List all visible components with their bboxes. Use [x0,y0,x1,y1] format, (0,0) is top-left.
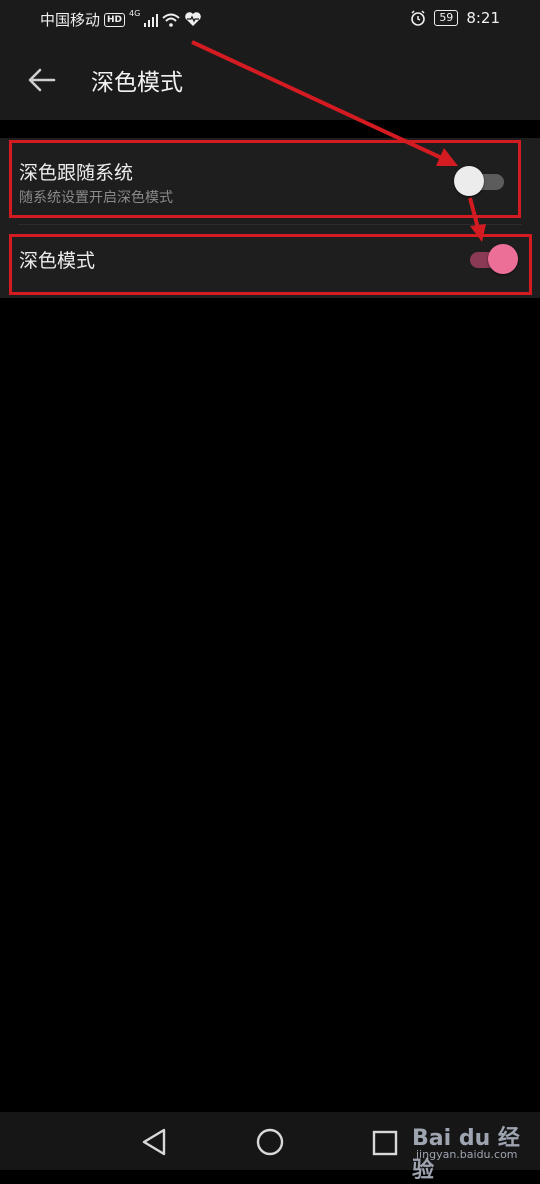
setting-row-dark-mode[interactable]: 深色模式 [0,226,540,296]
home-circle-icon [256,1128,284,1156]
setting-subtitle: 随系统设置开启深色模式 [19,190,173,206]
app-header: 深色模式 [0,40,540,120]
network-type: 4G [129,9,141,18]
hd-badge: HD [104,12,126,27]
health-heart-icon [185,12,202,26]
dark-mode-switch[interactable] [466,242,518,276]
setting-title: 深色模式 [19,250,96,272]
clock: 8:21 [466,9,500,27]
setting-row-follow-system[interactable]: 深色跟随系统 随系统设置开启深色模式 [0,138,540,224]
setting-title: 深色跟随系统 [19,162,134,184]
switch-thumb [454,166,484,196]
follow-system-switch[interactable] [454,164,506,198]
status-right: 59 8:21 [410,9,500,27]
settings-list: 深色跟随系统 随系统设置开启深色模式 深色模式 [0,138,540,298]
recents-square-icon [372,1130,398,1156]
page-title: 深色模式 [91,70,183,96]
nav-recents-button[interactable] [366,1124,402,1160]
back-button[interactable] [22,60,62,100]
signal-icon [144,13,159,27]
nav-back-button[interactable] [136,1124,172,1160]
watermark-sub: jingyan.baidu.com [416,1148,518,1161]
divider [18,224,522,225]
back-triangle-icon [142,1128,166,1156]
nav-home-button[interactable] [252,1124,288,1160]
switch-thumb [488,244,518,274]
status-left: 中国移动 HD 4G [40,9,202,30]
baidu-watermark: Bai du 经验 jingyan.baidu.com [412,1118,532,1183]
carrier-name: 中国移动 [40,11,101,29]
wifi-icon [162,13,180,27]
arrow-left-icon [28,68,56,92]
status-bar: 中国移动 HD 4G 59 8:21 [0,0,540,40]
alarm-icon [411,10,426,26]
battery-indicator: 59 [434,10,459,26]
